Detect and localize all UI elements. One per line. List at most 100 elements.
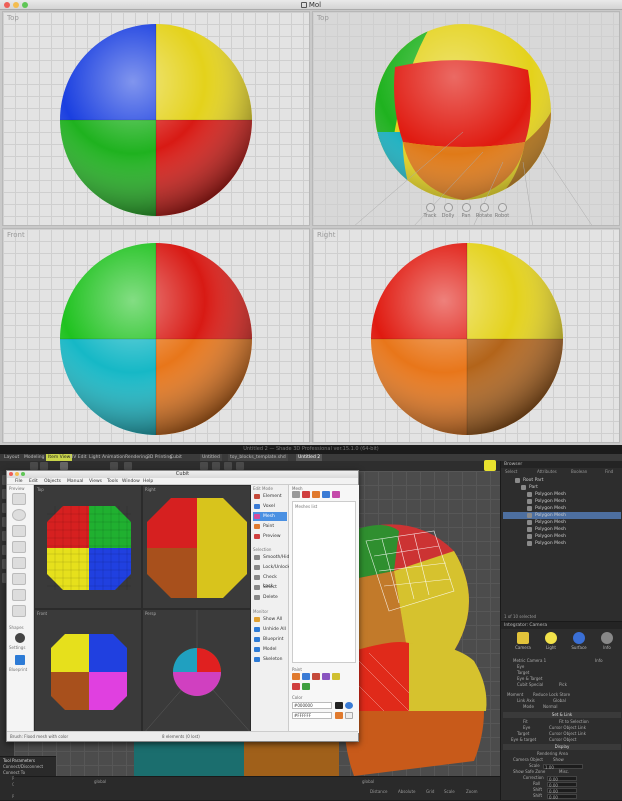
document-tab[interactable]: Untitled xyxy=(200,454,222,461)
shape-paint-icon[interactable] xyxy=(302,683,310,690)
document-tab-active[interactable]: Untitled 2 xyxy=(296,454,323,461)
rotate-button[interactable]: Rotate xyxy=(475,201,493,223)
fill-icon[interactable] xyxy=(312,673,320,680)
mode-voxel-button[interactable]: Voxel xyxy=(253,502,287,511)
viewport-right[interactable]: Right xyxy=(312,228,620,443)
settings-icon[interactable] xyxy=(15,633,25,643)
browser-column-boolean[interactable]: Boolean xyxy=(571,469,587,474)
cubit-view-front[interactable]: Front xyxy=(34,609,142,733)
mode-row[interactable]: Mode Normal xyxy=(503,704,621,710)
delete-button[interactable]: Delete xyxy=(253,593,287,602)
select-button[interactable]: Select xyxy=(253,583,287,592)
shift-value[interactable]: 0.00 xyxy=(547,793,577,800)
dolly-button[interactable]: Dolly xyxy=(439,201,457,223)
cubit-zoom-button[interactable] xyxy=(21,472,25,476)
mesh-duplicate-icon[interactable] xyxy=(322,491,330,498)
skeleton-toggle-button[interactable]: Skeleton xyxy=(253,655,287,664)
shape-cube-icon[interactable] xyxy=(12,493,26,505)
cubit-menu-tools[interactable]: Tools xyxy=(107,478,118,485)
shape-cone-icon[interactable] xyxy=(12,541,26,553)
eye-target-link-row[interactable]: Eye & target Cursor Object xyxy=(503,737,621,743)
primary-color-swatch[interactable] xyxy=(335,702,343,709)
swap-color-icon[interactable] xyxy=(335,712,343,719)
workspace-tab-uv-edit[interactable]: UV Edit xyxy=(68,454,89,461)
secondary-color-field[interactable]: #FFFFFF xyxy=(292,712,332,719)
viewport-front[interactable]: Front xyxy=(2,228,310,443)
tree-row-polygon-mesh[interactable]: Polygon Mesh xyxy=(503,498,621,505)
toolbar-button[interactable] xyxy=(224,462,232,470)
document-tab[interactable]: toy_blocks_template.shd xyxy=(228,454,288,461)
show-all-button[interactable]: Show All xyxy=(253,615,287,624)
toolbar-button[interactable] xyxy=(200,462,208,470)
browser-column-select[interactable]: Select xyxy=(505,469,517,474)
blueprint-toggle-button[interactable]: Blueprint xyxy=(253,635,287,644)
mesh-add-icon[interactable] xyxy=(292,491,300,498)
scale-value[interactable]: 1.00 xyxy=(543,763,583,770)
toolbar-button[interactable] xyxy=(30,462,38,470)
cubit-menu-views[interactable]: Views xyxy=(89,478,102,485)
mesh-remove-icon[interactable] xyxy=(302,491,310,498)
robot-button[interactable]: Robot xyxy=(493,201,511,223)
mesh-merge-icon[interactable] xyxy=(312,491,320,498)
pencil-icon[interactable] xyxy=(302,673,310,680)
workspace-tab-layout[interactable]: Layout xyxy=(2,454,21,461)
track-button[interactable]: Track xyxy=(421,201,439,223)
smooth-hide-button[interactable]: Smooth/Hide xyxy=(253,553,292,562)
viewport-top[interactable]: Top xyxy=(2,11,310,226)
secondary-color-swatch[interactable] xyxy=(345,712,353,719)
shape-pyramid-icon[interactable] xyxy=(12,557,26,569)
cubit-menu-manual[interactable]: Manual xyxy=(67,478,83,485)
cubit-close-button[interactable] xyxy=(9,472,13,476)
tree-row-polygon-mesh[interactable]: Polygon Mesh xyxy=(503,533,621,540)
line-icon[interactable] xyxy=(292,683,300,690)
cubit-view-top[interactable]: Top xyxy=(34,485,142,609)
browser-column-find[interactable]: Find xyxy=(605,469,613,474)
toolbar-button[interactable] xyxy=(124,462,132,470)
shape-capsule-icon[interactable] xyxy=(12,589,26,601)
toolbar-button[interactable] xyxy=(236,462,244,470)
toolbar-button[interactable] xyxy=(212,462,220,470)
cubit-menu-edit[interactable]: Edit xyxy=(29,478,38,485)
browser-column-attributes[interactable]: Attributes xyxy=(537,469,557,474)
lock-unlock-button[interactable]: Lock/Unlock xyxy=(253,563,290,572)
display-section[interactable]: Display xyxy=(503,744,621,750)
toolbar-button[interactable] xyxy=(40,462,48,470)
mode-preview-button[interactable]: Preview xyxy=(253,532,287,541)
check-lock-button[interactable]: Check Lock xyxy=(253,573,287,589)
picker-icon[interactable] xyxy=(332,673,340,680)
shape-cylinder-icon[interactable] xyxy=(12,525,26,537)
cubit-minimize-button[interactable] xyxy=(15,472,19,476)
toolbar-button[interactable] xyxy=(110,462,118,470)
shift-row[interactable]: Shift 0.00 xyxy=(503,793,621,800)
correction-value[interactable]: 0.00 xyxy=(547,775,577,782)
toolbar-button[interactable] xyxy=(60,462,68,470)
meshes-list[interactable]: Meshes list xyxy=(292,501,356,663)
info-tab[interactable]: Info xyxy=(597,632,617,652)
workspace-tab-modeling[interactable]: Modeling xyxy=(22,454,46,461)
viewport-perspective[interactable]: Top Track Dolly Pan Rotate Robot xyxy=(312,11,620,226)
tree-row-polygon-mesh-selected[interactable]: Polygon Mesh xyxy=(503,512,621,519)
cubit-view-right[interactable]: Right xyxy=(142,485,251,609)
coord-mode-right[interactable]: global xyxy=(362,779,374,784)
tree-row-part[interactable]: Part xyxy=(503,484,621,491)
pan-button[interactable]: Pan xyxy=(457,201,475,223)
model-toggle-button[interactable]: Model xyxy=(253,645,287,654)
mode-element-button[interactable]: Element xyxy=(253,492,287,501)
mode-paint-button[interactable]: Paint xyxy=(253,522,287,531)
tree-row-polygon-mesh[interactable]: Polygon Mesh xyxy=(503,491,621,498)
shape-wedge-icon[interactable] xyxy=(12,605,26,617)
workspace-tab-cubit[interactable]: Cubit xyxy=(168,454,184,461)
cubit-menu-help[interactable]: Help xyxy=(143,478,153,485)
tree-row-polygon-mesh[interactable]: Polygon Mesh xyxy=(503,505,621,512)
highlight-tool-button[interactable] xyxy=(484,460,496,471)
mode-mesh-button[interactable]: Mesh xyxy=(253,512,287,521)
primary-color-field[interactable]: #000000 xyxy=(292,702,332,709)
shape-sphere-icon[interactable] xyxy=(12,509,26,521)
tree-row-polygon-mesh[interactable]: Polygon Mesh xyxy=(503,519,621,526)
light-tab[interactable]: Light xyxy=(541,632,561,652)
primary-color-picker-icon[interactable] xyxy=(345,702,353,709)
roll-value[interactable]: 0.00 xyxy=(547,781,577,788)
coord-mode-left[interactable]: global xyxy=(94,779,106,784)
unhide-all-button[interactable]: Unhide All xyxy=(253,625,287,634)
shift-value[interactable]: 0.00 xyxy=(547,787,577,794)
